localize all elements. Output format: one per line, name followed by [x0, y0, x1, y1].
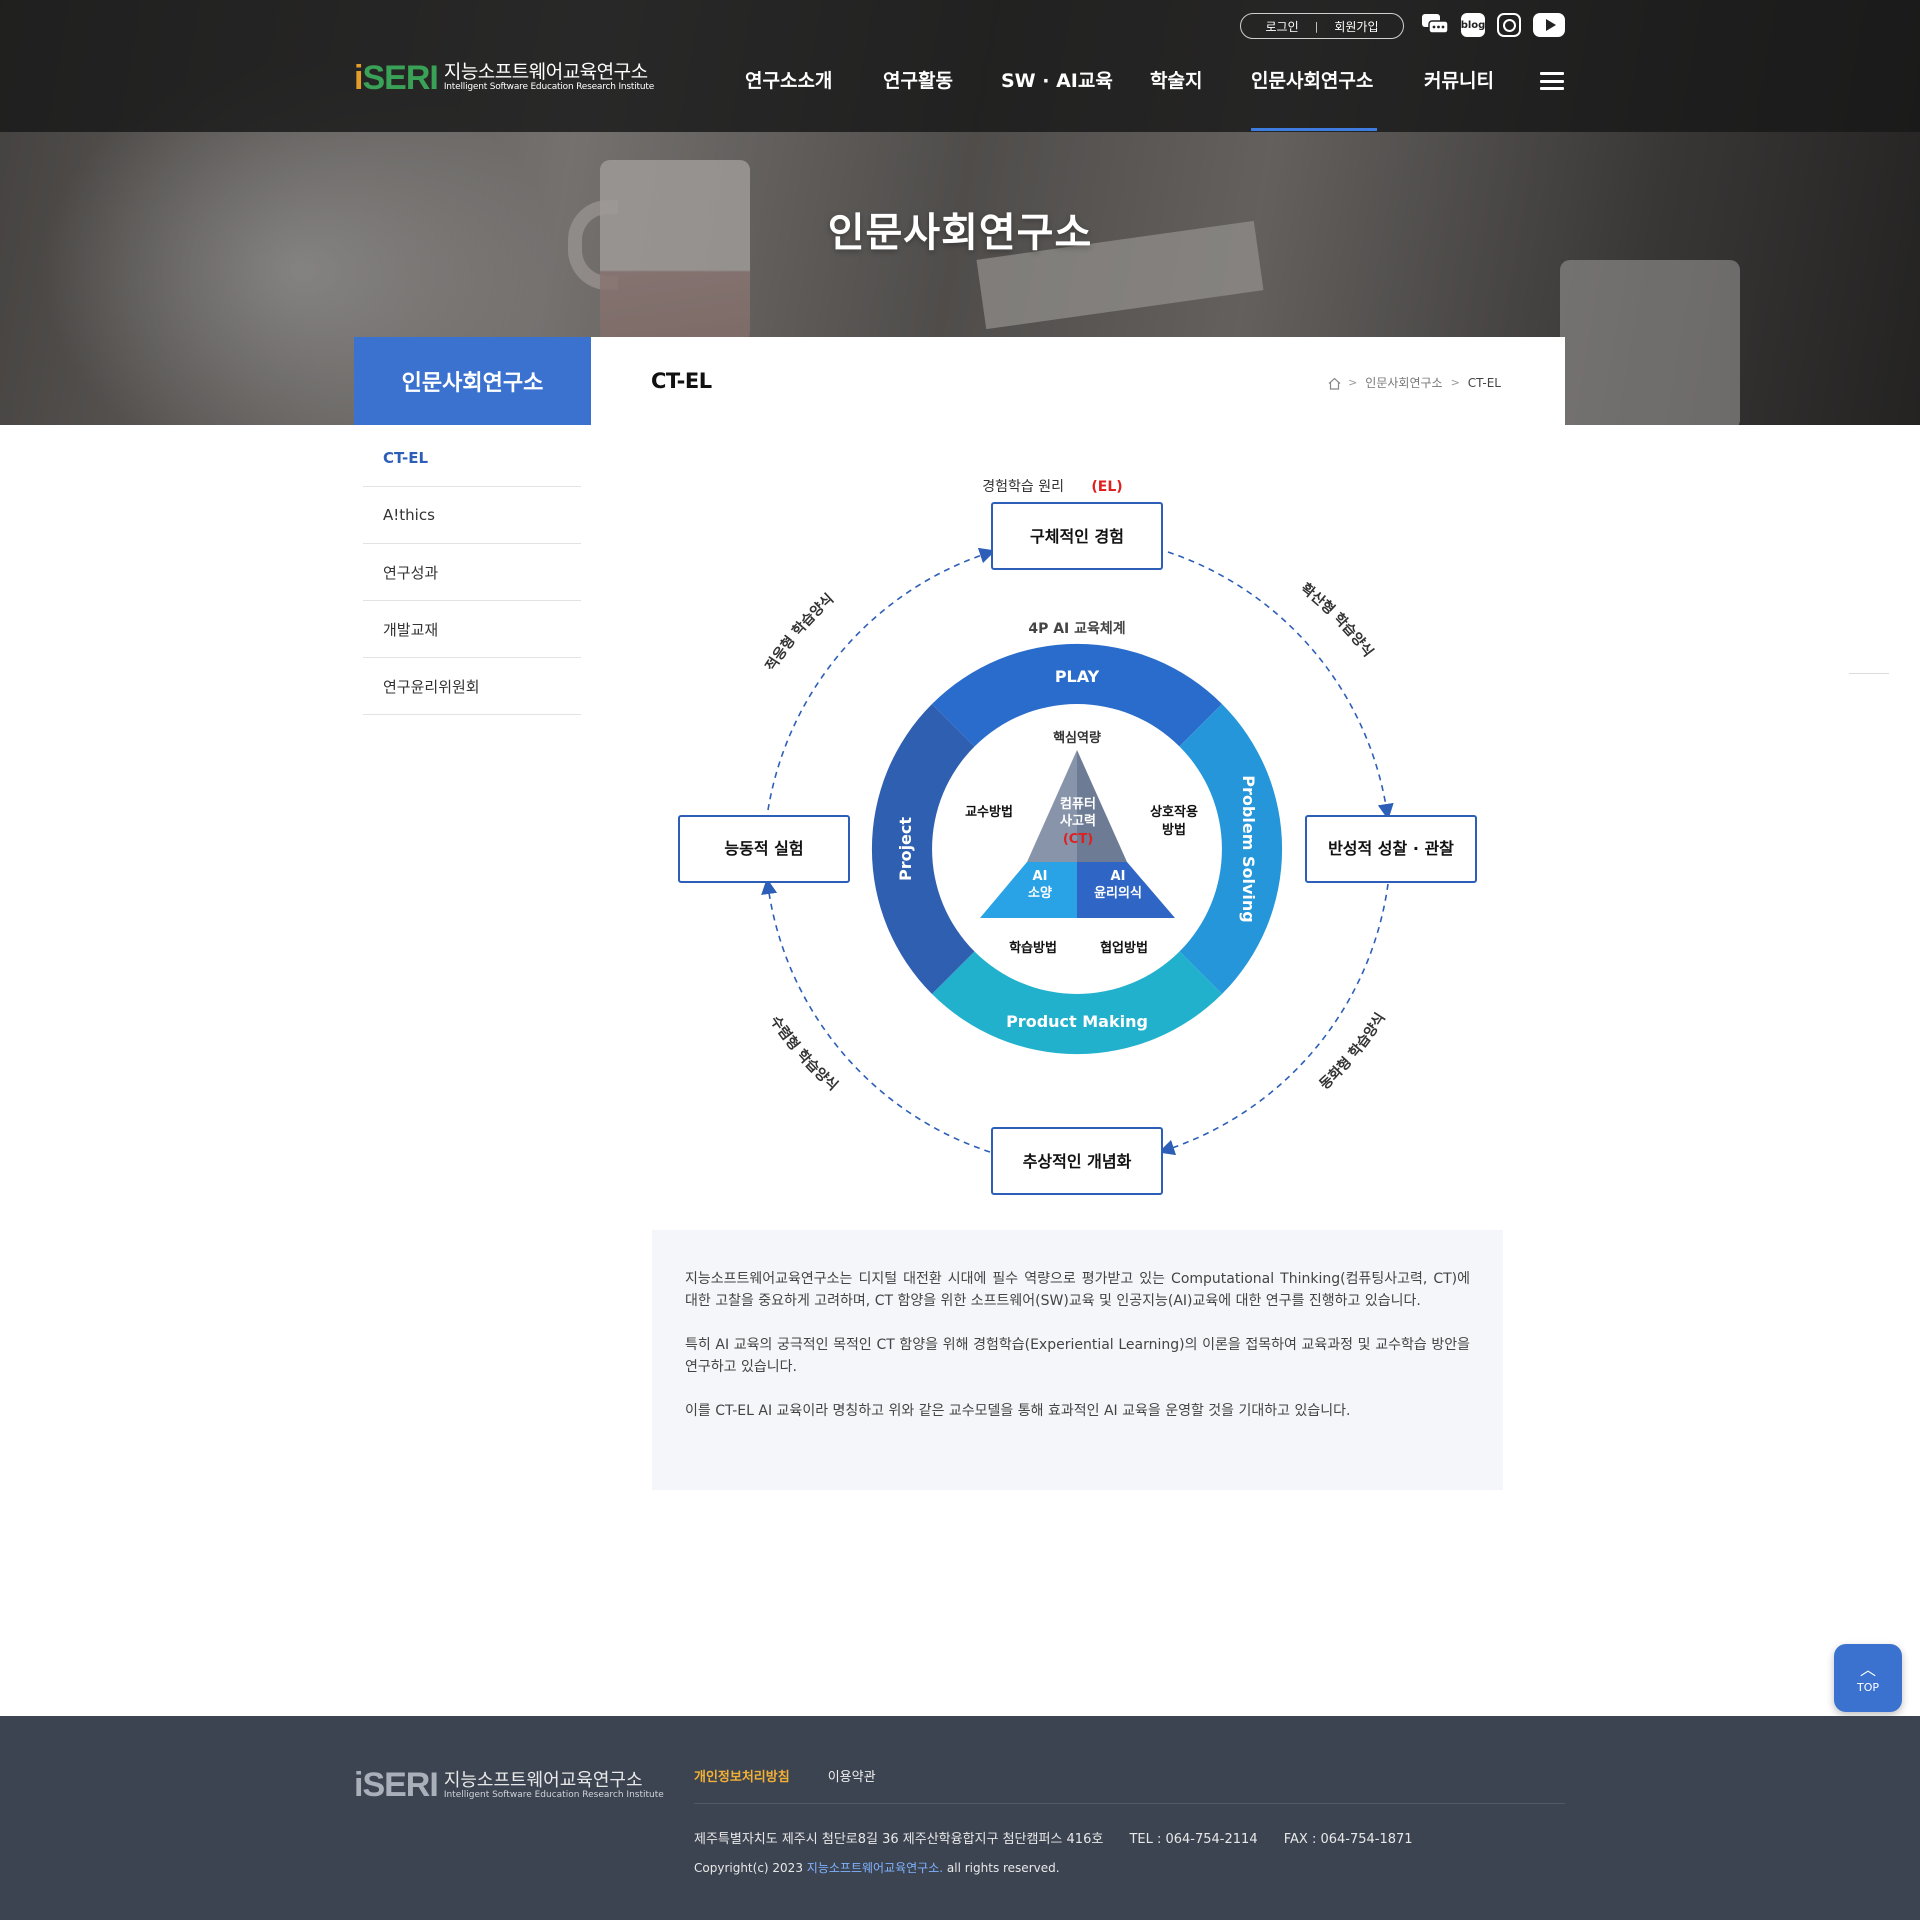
tri-ai-ethics-line2: 윤리의식: [1094, 885, 1142, 901]
el-tag: (EL): [1091, 479, 1122, 495]
box-concrete-experience-label: 구체적인 경험: [1030, 527, 1124, 546]
arc-label-top-right: 확산형 학습양식: [1298, 580, 1376, 660]
method-interaction-line2: 방법: [1162, 822, 1186, 838]
box-abstract-conceptualization: 추상적인 개념화: [991, 1127, 1163, 1195]
copyright-suffix: all rights reserved.: [946, 1861, 1060, 1875]
ring-title: 4P AI 교육체계: [1028, 621, 1125, 637]
ring-segment-project: [871, 704, 975, 994]
chevron-up-icon: ︿: [1859, 1659, 1876, 1679]
tel-text: TEL : 064-754-2114: [1129, 1832, 1258, 1847]
method-interaction-line1: 상호작용: [1150, 804, 1198, 820]
box-abstract-conceptualization-label: 추상적인 개념화: [1023, 1152, 1132, 1171]
ring-segment-product-making: [932, 951, 1222, 1055]
footer: iSERI 지능소프트웨어교육연구소 Intelligent Software …: [0, 1716, 1920, 1920]
method-teaching: 교수방법: [965, 804, 1013, 820]
scroll-top-label: TOP: [1856, 1680, 1879, 1694]
method-collaboration: 협업방법: [1100, 940, 1148, 956]
arc-bottom-right: [1158, 883, 1389, 1156]
description-paragraph: 이를 CT-EL AI 교육이라 명칭하고 위와 같은 교수모델을 통해 효과적…: [685, 1403, 1351, 1419]
footer-logo-english-name: Intelligent Software Education Research …: [443, 1789, 664, 1800]
ring-label-play: PLAY: [1055, 667, 1100, 686]
box-active-experimentation: 능동적 실험: [678, 815, 850, 883]
ring-segment-problem-solving: [1179, 704, 1283, 994]
description-paragraph: 특히 AI 교육의 궁극적인 목적인 CT 함양을 위해 경험학습(Experi…: [685, 1337, 1470, 1375]
box-active-experimentation-label: 능동적 실험: [724, 839, 803, 858]
tri-ct-line3: (CT): [1063, 832, 1093, 847]
ring-label-product-making: Product Making: [1006, 1012, 1148, 1031]
copyright-name: 지능소프트웨어교육연구소.: [806, 1861, 944, 1875]
footer-logo[interactable]: iSERI 지능소프트웨어교육연구소 Intelligent Software …: [354, 1766, 664, 1805]
scroll-top-button[interactable]: ︿ TOP: [1834, 1644, 1902, 1712]
tri-ai-literacy-line2: 소양: [1028, 886, 1052, 901]
box-reflective-observation-label: 반성적 성찰 · 관찰: [1328, 839, 1454, 858]
description-paragraph: 지능소프트웨어교육연구소는 디지털 대전환 시대에 필수 역량으로 평가받고 있…: [685, 1271, 1470, 1309]
terms-link[interactable]: 이용약관: [828, 1766, 876, 1785]
privacy-policy-link[interactable]: 개인정보처리방침: [694, 1766, 790, 1785]
arc-bottom-left: [761, 878, 991, 1153]
fax-text: FAX : 064-754-1871: [1283, 1832, 1413, 1847]
footer-links: 개인정보처리방침 이용약관: [694, 1766, 876, 1785]
method-learning: 학습방법: [1009, 940, 1057, 956]
arc-top-left: [767, 547, 996, 811]
tri-ai-ethics-line1: AI: [1111, 869, 1126, 884]
tri-ai-literacy-line1: AI: [1033, 869, 1048, 884]
ring-label-project: Project: [896, 817, 915, 881]
arc-label-top-left: 적응형 학습양식: [762, 591, 837, 674]
box-concrete-experience: 구체적인 경험: [991, 502, 1163, 570]
arc-label-bottom-right: 동화형 학습양식: [1317, 1010, 1389, 1093]
tri-ct-line1: 컴퓨터: [1060, 796, 1096, 812]
ct-el-diagram: 적응형 학습양식 확산형 학습양식 동화형 학습양식 수렴형 학습양식 경험학습…: [678, 479, 1477, 1195]
footer-divider: [694, 1803, 1565, 1804]
arc-label-bottom-left: 수렴형 학습양식: [767, 1013, 841, 1094]
footer-logo-korean-name: 지능소프트웨어교육연구소: [443, 1769, 643, 1791]
side-divider: [1849, 673, 1889, 674]
el-label: 경험학습 원리: [982, 479, 1064, 495]
description-box: 지능소프트웨어교육연구소는 디지털 대전환 시대에 필수 역량으로 평가받고 있…: [652, 1230, 1503, 1490]
address-text: 제주특별자치도 제주시 첨단로8길 36 제주산학융합지구 첨단캠퍼스 416호: [694, 1832, 1104, 1847]
box-reflective-observation: 반성적 성찰 · 관찰: [1305, 815, 1477, 883]
footer-address: 제주특별자치도 제주시 첨단로8길 36 제주산학융합지구 첨단캠퍼스 416호…: [694, 1828, 1435, 1847]
footer-logo-mark: iSERI: [354, 1766, 439, 1804]
copyright: Copyright(c) 2023 지능소프트웨어교육연구소. all righ…: [694, 1859, 1060, 1876]
copyright-prefix: Copyright(c) 2023: [694, 1861, 803, 1875]
ring-label-problem-solving: Problem Solving: [1239, 775, 1258, 922]
tri-ct-line2: 사고력: [1060, 813, 1096, 829]
core-competency-label: 핵심역량: [1053, 730, 1101, 746]
